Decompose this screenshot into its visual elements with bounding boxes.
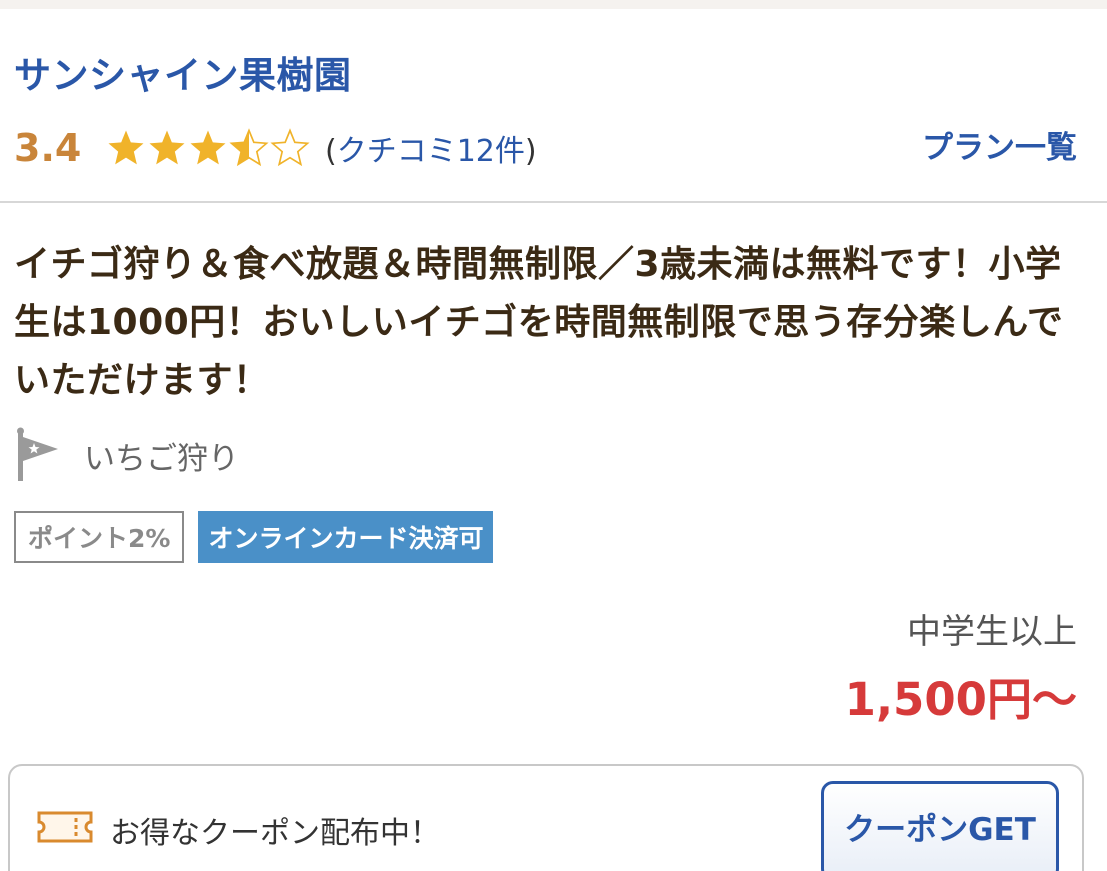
star-full-icon	[108, 130, 144, 165]
star-half-icon	[229, 128, 269, 167]
review-paren-open: (	[325, 134, 337, 169]
category-label: いちご狩り	[84, 440, 239, 477]
review-count-link[interactable]: (クチコミ12件)	[325, 126, 537, 170]
coupon-banner: お得なクーポン配布中！ クーポンGET	[8, 764, 1084, 871]
star-empty-icon	[270, 128, 310, 167]
review-paren-close: )	[524, 134, 537, 169]
top-strip	[0, 0, 1107, 9]
review-count-label: クチコミ12件	[336, 134, 525, 169]
shop-name-link[interactable]: サンシャイン果樹園	[14, 45, 352, 99]
category-row: いちご狩り	[14, 425, 239, 485]
point-badge: ポイント2%	[14, 511, 185, 563]
star-full-icon	[149, 130, 185, 165]
section-divider	[0, 201, 1107, 203]
flag-icon	[17, 427, 58, 481]
online-card-badge: オンラインカード決済可	[198, 511, 494, 563]
plan-list-link[interactable]: プラン一覧	[922, 122, 1077, 167]
price-value: 1,500円〜	[844, 673, 1077, 726]
rating-score: 3.4	[14, 126, 82, 170]
rating-row: 3.4 (クチコミ12件)	[14, 118, 537, 178]
star-full-icon	[190, 130, 226, 165]
price-label: 中学生以上	[907, 612, 1077, 652]
coupon-text: お得なクーポン配布中！	[110, 816, 440, 851]
coupon-get-button[interactable]: クーポンGET	[821, 781, 1059, 871]
rating-stars	[106, 128, 311, 168]
feature-badges: ポイント2% オンラインカード決済可	[14, 511, 494, 563]
plan-description[interactable]: イチゴ狩り＆食べ放題＆時間無制限／3歳未満は無料です！小学生は1000円！おいし…	[14, 236, 1089, 410]
ticket-icon	[37, 811, 93, 843]
